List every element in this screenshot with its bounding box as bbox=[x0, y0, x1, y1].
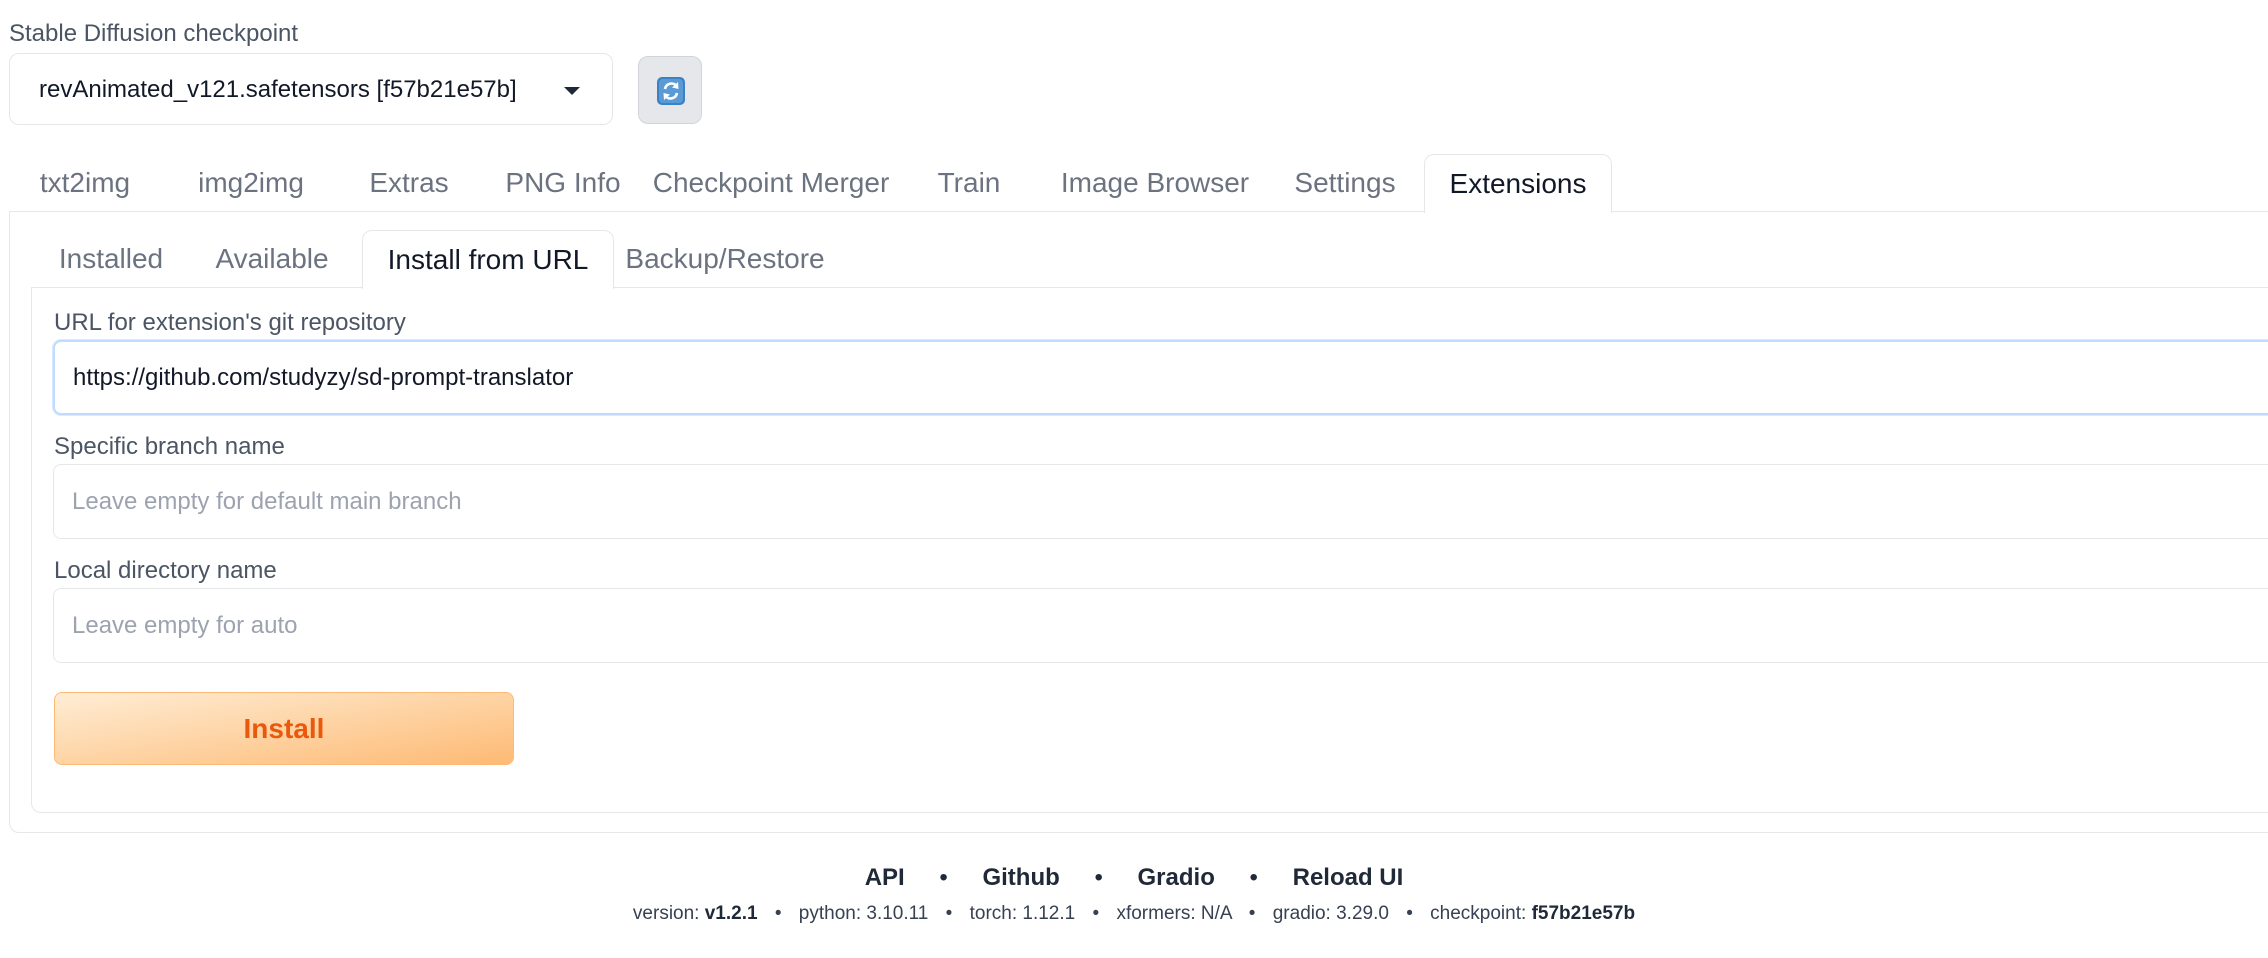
python-version: python: 3.10.11 bbox=[798, 903, 929, 924]
url-input[interactable] bbox=[53, 340, 2268, 415]
tab-extras[interactable]: Extras bbox=[341, 154, 477, 212]
checkpoint-value: revAnimated_v121.safetensors [f57b21e57b… bbox=[39, 76, 517, 103]
footer-separator: • bbox=[1249, 864, 1258, 891]
url-label: URL for extension's git repository bbox=[54, 309, 406, 336]
version-value: v1.2.1 bbox=[704, 903, 758, 924]
footer-separator: • bbox=[1094, 864, 1103, 891]
xformers-version: xformers: N/A bbox=[1116, 903, 1232, 924]
info-separator: • bbox=[945, 903, 953, 924]
tab-installed[interactable]: Installed bbox=[31, 230, 191, 288]
version-info: version: v1.2.1 • python: 3.10.11 • torc… bbox=[0, 903, 2268, 925]
refresh-icon bbox=[657, 77, 685, 105]
branch-label: Specific branch name bbox=[54, 433, 285, 460]
tab-img2img[interactable]: img2img bbox=[161, 154, 341, 212]
tab-train[interactable]: Train bbox=[893, 154, 1045, 212]
gradio-version: gradio: 3.29.0 bbox=[1272, 903, 1389, 924]
tab-available[interactable]: Available bbox=[191, 230, 353, 288]
branch-input[interactable] bbox=[53, 464, 2268, 539]
info-separator: • bbox=[1092, 903, 1100, 924]
tab-backup-restore[interactable]: Backup/Restore bbox=[614, 230, 836, 288]
footer-links: API • Github • Gradio • Reload UI bbox=[0, 864, 2268, 892]
api-link[interactable]: API bbox=[865, 864, 905, 892]
tab-install-from-url[interactable]: Install from URL bbox=[362, 230, 614, 289]
tab-image-browser[interactable]: Image Browser bbox=[1045, 154, 1265, 212]
github-link[interactable]: Github bbox=[982, 864, 1059, 892]
directory-label: Local directory name bbox=[54, 557, 277, 584]
tab-settings[interactable]: Settings bbox=[1265, 154, 1425, 212]
tab-png-info[interactable]: PNG Info bbox=[477, 154, 649, 212]
chevron-down-icon bbox=[564, 87, 580, 95]
info-separator: • bbox=[1248, 903, 1256, 924]
info-separator: • bbox=[1406, 903, 1413, 924]
tab-checkpoint-merger[interactable]: Checkpoint Merger bbox=[649, 154, 893, 212]
tab-txt2img[interactable]: txt2img bbox=[9, 154, 161, 212]
reload-ui-link[interactable]: Reload UI bbox=[1293, 864, 1404, 892]
checkpoint-dropdown[interactable]: revAnimated_v121.safetensors [f57b21e57b… bbox=[9, 53, 613, 125]
directory-input[interactable] bbox=[53, 588, 2268, 663]
checkpoint-info-label: checkpoint: bbox=[1430, 903, 1527, 924]
refresh-checkpoint-button[interactable] bbox=[638, 56, 702, 124]
tab-extensions[interactable]: Extensions bbox=[1424, 154, 1612, 213]
checkpoint-hash: f57b21e57b bbox=[1531, 903, 1636, 924]
info-separator: • bbox=[774, 903, 782, 924]
footer-separator: • bbox=[939, 864, 948, 891]
version-label: version: bbox=[632, 903, 700, 924]
main-tabs: txt2img img2img Extras PNG Info Checkpoi… bbox=[9, 154, 2268, 213]
gradio-link[interactable]: Gradio bbox=[1138, 864, 1215, 892]
checkpoint-label: Stable Diffusion checkpoint bbox=[9, 20, 299, 47]
torch-version: torch: 1.12.1 bbox=[969, 903, 1076, 924]
install-button[interactable]: Install bbox=[54, 692, 514, 765]
